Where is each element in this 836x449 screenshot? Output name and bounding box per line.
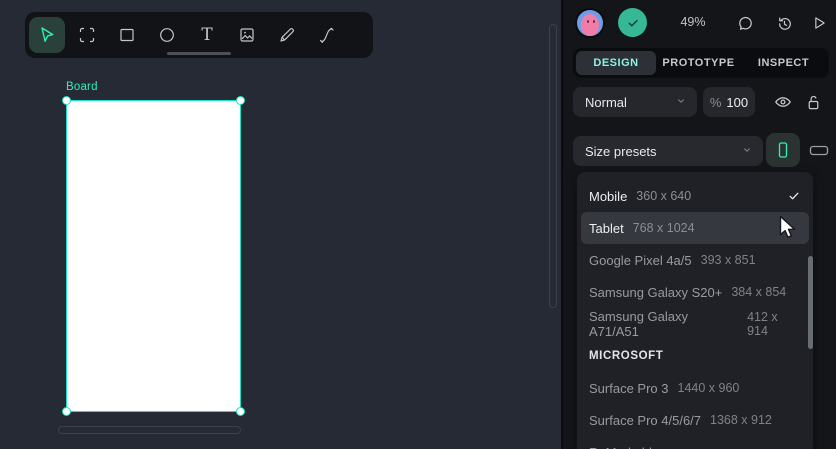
avatar-eye — [593, 20, 595, 23]
text-icon: T — [201, 24, 213, 45]
board-tool[interactable] — [67, 12, 107, 58]
rectangle-tool[interactable] — [107, 12, 147, 58]
menu-section-header: MICROSOFT — [589, 350, 664, 362]
opacity-prefix: % — [709, 94, 722, 110]
pencil-icon — [280, 27, 295, 42]
right-panel: 49% DESIGN PROTOTYPE INSPECT Normal % 10… — [565, 0, 836, 449]
pencil-tool[interactable] — [267, 12, 307, 58]
image-icon — [240, 28, 254, 42]
preset-name: Google Pixel 4a/5 — [589, 252, 692, 268]
chevron-down-icon — [675, 95, 687, 110]
avatar-character — [581, 14, 599, 36]
chevron-down-icon — [741, 144, 753, 159]
resize-handle-bottom-right[interactable] — [236, 407, 245, 416]
menu-item-surface-pro-4-5-6-7[interactable]: Surface Pro 4/5/6/7 1368 x 912 — [577, 404, 813, 436]
size-presets-select[interactable]: Size presets — [573, 136, 763, 166]
blend-mode-value: Normal — [585, 94, 627, 110]
size-presets-list: Mobile 360 x 640 Tablet 768 x 1024 Google Pi… — [577, 180, 813, 449]
board-artboard[interactable] — [62, 96, 245, 416]
canvas-area[interactable]: T Board — [0, 0, 563, 449]
menu-item-samsung-galaxy-s20-[interactable]: Samsung Galaxy S20+ 384 x 854 — [577, 276, 813, 308]
eye-icon — [775, 97, 791, 107]
phone-portrait-icon — [778, 142, 788, 158]
toolbar-drag-handle[interactable] — [167, 52, 231, 55]
preset-dimensions: 1368 x 912 — [710, 413, 772, 427]
orientation-landscape-button[interactable] — [802, 133, 836, 167]
menu-item-mobile[interactable]: Mobile 360 x 640 — [577, 180, 813, 212]
curve-icon — [319, 27, 334, 43]
resize-handle-top-left[interactable] — [62, 96, 71, 105]
phone-landscape-icon — [809, 145, 829, 156]
size-presets-label: Size presets — [585, 143, 657, 159]
panel-tabbar: DESIGN PROTOTYPE INSPECT — [573, 48, 829, 78]
board-label[interactable]: Board — [66, 81, 98, 93]
main-toolbar: T — [25, 12, 373, 58]
preset-name: Samsung Galaxy A71/A51 — [589, 309, 688, 339]
resize-handle-top-right[interactable] — [236, 96, 245, 105]
menu-item-google-pixel-4a-5[interactable]: Google Pixel 4a/5 393 x 851 — [577, 244, 813, 276]
play-icon — [815, 17, 825, 29]
menu-scrollbar-thumb[interactable] — [808, 256, 813, 349]
preset-name: Surface Pro 4/5/6/7 — [589, 412, 702, 428]
history-button[interactable] — [773, 12, 795, 34]
avatar[interactable] — [575, 8, 605, 38]
canvas-vertical-scrollbar[interactable] — [549, 24, 557, 308]
rectangle-icon — [120, 28, 134, 42]
menu-item-tablet[interactable]: Tablet 768 x 1024 — [581, 212, 809, 244]
menu-item-surface-pro-3[interactable]: Surface Pro 3 1440 x 960 — [577, 372, 813, 404]
preset-name: Mobile — [589, 188, 628, 204]
tab-prototype[interactable]: PROTOTYPE — [656, 51, 741, 75]
visibility-toggle[interactable] — [772, 91, 794, 113]
panel-header: 49% — [565, 0, 836, 46]
tab-design[interactable]: DESIGN — [576, 51, 656, 75]
tab-inspect[interactable]: INSPECT — [741, 51, 826, 75]
check-icon — [628, 19, 638, 27]
curve-tool[interactable] — [307, 12, 347, 58]
preset-name: Samsung Galaxy S20+ — [589, 284, 723, 300]
preset-dimensions: 768 x 1024 — [632, 221, 695, 235]
menu-item-remarkable[interactable]: ReMarkable — [577, 436, 813, 449]
image-tool[interactable] — [227, 12, 267, 58]
comment-button[interactable] — [734, 12, 756, 34]
blend-mode-select[interactable]: Normal — [573, 87, 697, 117]
orientation-portrait-button[interactable] — [766, 133, 800, 167]
board-icon — [79, 27, 95, 43]
ellipse-icon — [160, 28, 174, 42]
comment-icon — [738, 16, 752, 30]
zoom-level[interactable]: 49% — [673, 15, 713, 29]
size-presets-menu: Mobile 360 x 640 Tablet 768 x 1024 Google Pi… — [577, 172, 813, 449]
preset-name: ReMarkable — [589, 445, 659, 449]
opacity-value: 100 — [726, 94, 749, 110]
preset-dimensions: 360 x 640 — [636, 189, 692, 203]
saved-check-button[interactable] — [618, 8, 647, 37]
unlock-icon — [808, 95, 818, 109]
menu-item-samsung-galaxy-a71-a51[interactable]: Samsung Galaxy A71/A51 412 x 914 — [577, 308, 813, 340]
avatar-eye — [587, 20, 589, 23]
check-icon — [787, 189, 801, 203]
preset-dimensions: 393 x 851 — [700, 253, 756, 267]
history-icon — [778, 16, 791, 30]
canvas-horizontal-scrollbar[interactable] — [58, 426, 241, 434]
preset-name: Tablet — [589, 220, 624, 236]
preset-dimensions: 412 x 914 — [747, 310, 778, 338]
lock-toggle[interactable] — [802, 91, 824, 113]
preset-dimensions: 384 x 854 — [731, 285, 787, 299]
opacity-input[interactable]: % 100 — [703, 87, 755, 117]
select-tool[interactable] — [27, 12, 67, 58]
preset-dimensions: 1440 x 960 — [677, 381, 740, 395]
preset-name: Surface Pro 3 — [589, 380, 669, 396]
cursor-icon — [41, 27, 54, 42]
play-button[interactable] — [808, 12, 830, 34]
resize-handle-bottom-left[interactable] — [62, 407, 71, 416]
